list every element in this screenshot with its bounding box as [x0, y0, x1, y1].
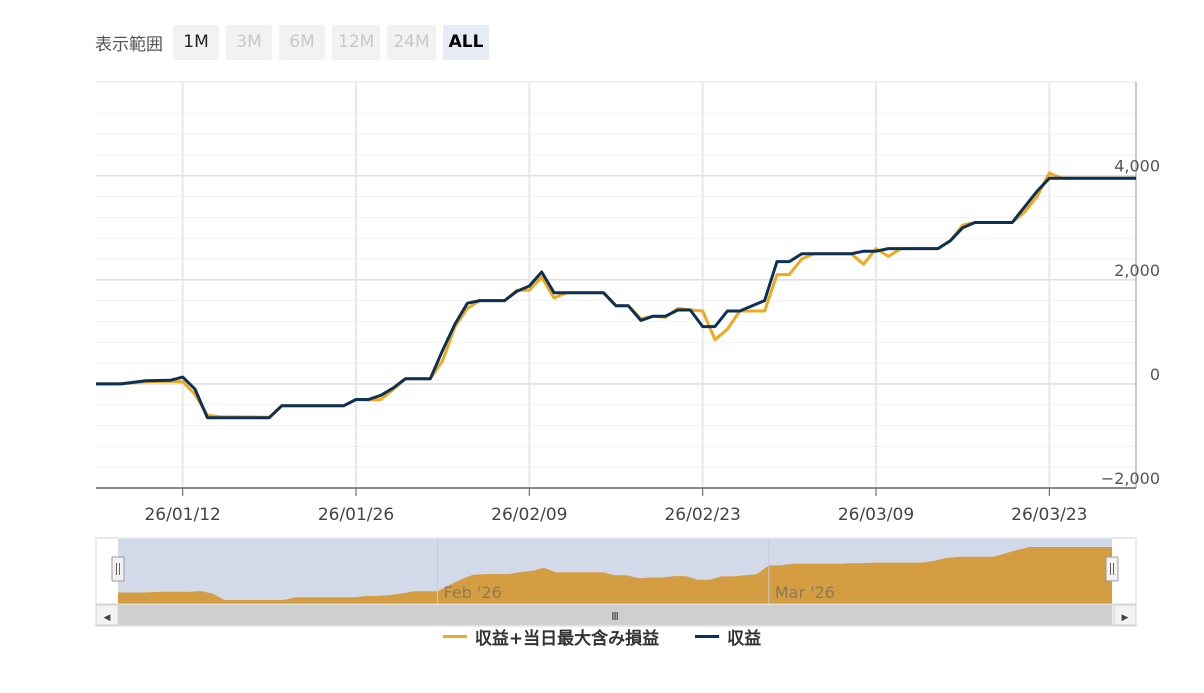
series-line-profit-with-unrealized	[96, 171, 1136, 419]
legend-label: 収益	[727, 629, 762, 649]
legend-item-profit[interactable]: 収益	[695, 624, 761, 649]
scroll-right-arrow-icon: ▶	[1122, 613, 1129, 623]
series-line-profit	[96, 176, 1136, 420]
y-tick-label: −2,000	[1101, 469, 1160, 488]
x-tick-label: 26/03/09	[838, 505, 914, 525]
y-tick-label: 4,000	[1114, 157, 1160, 176]
y-tick-label: 0	[1150, 365, 1160, 384]
scroll-left-arrow-icon: ◀	[104, 613, 111, 623]
chart-legend: 収益+当日最大含み損益 収益	[0, 624, 1204, 649]
profit-chart: 26/01/12 26/01/26 26/02/09 26/02/23 26/03/09…	[95, 81, 1160, 627]
x-tick-label: 26/02/23	[664, 505, 740, 525]
y-tick-label: 2,000	[1114, 261, 1160, 280]
legend-item-profit-with-unrealized[interactable]: 収益+当日最大含み損益	[442, 624, 660, 649]
scrollbar-grip-icon: Ⅲ	[611, 610, 619, 623]
navigator-left-handle[interactable]	[111, 556, 125, 582]
navigator-right-handle[interactable]	[1105, 556, 1119, 582]
navigator-label: Feb '26	[444, 583, 502, 602]
x-tick-label: 26/01/26	[318, 505, 394, 525]
x-tick-label: 26/02/09	[491, 505, 567, 525]
x-tick-label: 26/01/12	[144, 505, 220, 525]
navigator-label: Mar '26	[775, 583, 835, 602]
x-tick-label: 26/03/23	[1011, 505, 1087, 525]
legend-swatch	[695, 635, 720, 638]
legend-swatch	[442, 635, 467, 638]
legend-label: 収益+当日最大含み損益	[474, 629, 660, 649]
